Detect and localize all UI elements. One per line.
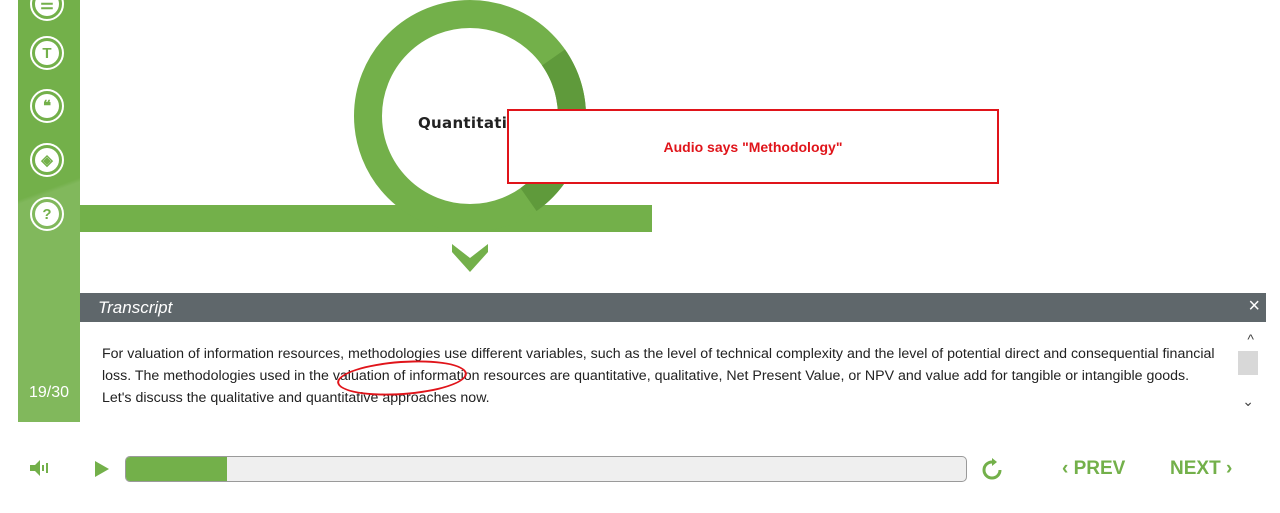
resources-button[interactable]: ◈ — [30, 143, 64, 177]
scroll-down-icon[interactable]: ⌄ — [1242, 393, 1254, 410]
play-icon[interactable] — [94, 460, 110, 478]
transcript-button[interactable]: T — [30, 36, 64, 70]
progress-fill — [126, 457, 227, 481]
annotation-box: Audio says "Methodology" — [507, 109, 999, 184]
transcript-header: Transcript × — [80, 293, 1266, 322]
course-player: ☰ T ❝ ◈ ? 19/30 Quantitativ Audio says "… — [0, 0, 1280, 513]
transcript-text: For valuation of information resources, … — [102, 346, 1215, 406]
help-icon: ? — [35, 202, 59, 226]
page-counter: 19/30 — [28, 384, 70, 401]
annotation-text: Audio says "Methodology" — [663, 138, 843, 155]
sidebar: ☰ T ❝ ◈ ? 19/30 — [18, 0, 80, 422]
volume-icon[interactable] — [28, 459, 50, 477]
menu-icon: ☰ — [35, 0, 59, 16]
transcript-title: Transcript — [98, 298, 173, 317]
help-button[interactable]: ? — [30, 197, 64, 231]
quote-icon: ❝ — [35, 94, 59, 118]
replay-icon[interactable] — [980, 458, 1004, 482]
chevron-down-icon[interactable] — [452, 244, 488, 272]
player-controls: ‹ PREV NEXT › — [0, 422, 1280, 513]
scrollbar-thumb[interactable] — [1238, 351, 1258, 375]
timeline-bar — [80, 205, 652, 232]
close-icon[interactable]: × — [1248, 295, 1260, 318]
quote-button[interactable]: ❝ — [30, 89, 64, 123]
transcript-panel: Transcript × For valuation of informatio… — [80, 293, 1266, 422]
progress-bar[interactable] — [125, 456, 967, 482]
scroll-up-icon[interactable]: ^ — [1247, 331, 1254, 347]
transcript-icon: T — [35, 41, 59, 65]
next-button[interactable]: NEXT › — [1170, 458, 1232, 480]
resources-icon: ◈ — [35, 148, 59, 172]
prev-button[interactable]: ‹ PREV — [1062, 458, 1125, 480]
ring-label: Quantitativ — [418, 114, 518, 132]
